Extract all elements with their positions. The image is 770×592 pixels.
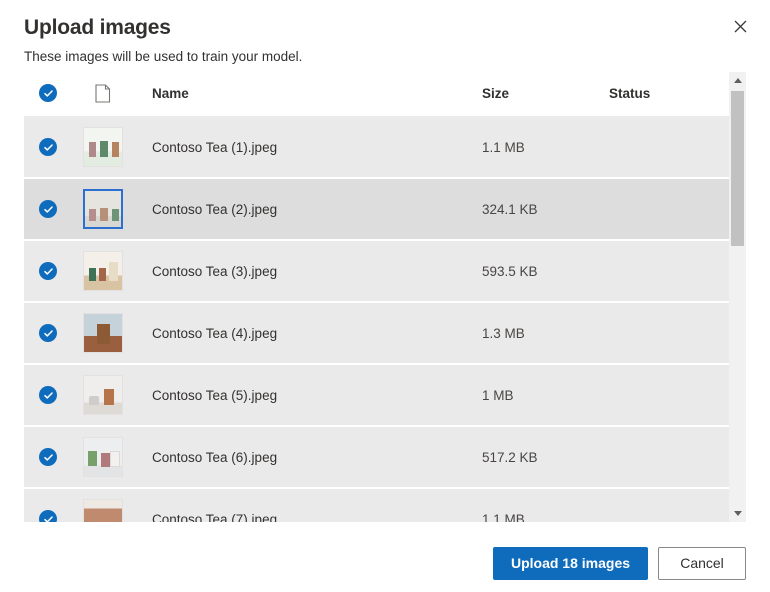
row-checkbox[interactable]	[24, 448, 72, 466]
grid-header-row: Name Size Status	[24, 70, 729, 117]
image-thumbnail[interactable]	[83, 313, 123, 353]
row-thumbnail-cell[interactable]	[72, 499, 134, 522]
table-row[interactable]: Contoso Tea (4).jpeg 1.3 MB	[24, 303, 729, 365]
checkmark-circle-icon	[39, 262, 57, 280]
row-file-name: Contoso Tea (1).jpeg	[152, 139, 278, 155]
table-row[interactable]: Contoso Tea (7).jpeg 1.1 MB	[24, 489, 729, 522]
checkmark-circle-icon	[39, 84, 57, 102]
row-file-size: 1.3 MB	[482, 325, 525, 341]
close-icon	[734, 20, 747, 33]
checkmark-circle-icon	[39, 324, 57, 342]
file-list-region: Name Size Status Contoso Tea (1).jpeg 1.1…	[24, 70, 746, 522]
row-thumbnail-cell[interactable]	[72, 251, 134, 291]
row-checkbox[interactable]	[24, 262, 72, 280]
table-row[interactable]: Contoso Tea (1).jpeg 1.1 MB	[24, 117, 729, 179]
row-file-name: Contoso Tea (2).jpeg	[152, 201, 278, 217]
dialog-footer: Upload 18 images Cancel	[0, 534, 770, 592]
vertical-scrollbar[interactable]	[729, 72, 746, 522]
row-thumbnail-cell[interactable]	[72, 313, 134, 353]
row-checkbox[interactable]	[24, 324, 72, 342]
triangle-up-icon	[733, 78, 742, 83]
image-thumbnail[interactable]	[83, 189, 123, 229]
table-row[interactable]: Contoso Tea (6).jpeg 517.2 KB	[24, 427, 729, 489]
dialog-subtitle: These images will be used to train your …	[24, 49, 303, 64]
scrollbar-thumb[interactable]	[731, 91, 744, 246]
table-row[interactable]: Contoso Tea (3).jpeg 593.5 KB	[24, 241, 729, 303]
row-checkbox[interactable]	[24, 386, 72, 404]
row-file-name: Contoso Tea (6).jpeg	[152, 449, 278, 465]
row-thumbnail-cell[interactable]	[72, 189, 134, 229]
upload-button[interactable]: Upload 18 images	[493, 546, 648, 580]
upload-images-dialog: Upload images These images will be used …	[0, 0, 770, 592]
image-thumbnail[interactable]	[83, 251, 123, 291]
column-header-size[interactable]: Size	[482, 86, 609, 101]
checkmark-circle-icon	[39, 448, 57, 466]
page-title: Upload images	[24, 16, 171, 39]
table-row[interactable]: Contoso Tea (5).jpeg 1 MB	[24, 365, 729, 427]
row-file-name: Contoso Tea (4).jpeg	[152, 325, 278, 341]
row-thumbnail-cell[interactable]	[72, 127, 134, 167]
checkmark-circle-icon	[39, 386, 57, 404]
image-thumbnail[interactable]	[83, 437, 123, 477]
image-thumbnail[interactable]	[83, 127, 123, 167]
select-all-checkbox[interactable]	[24, 84, 72, 102]
row-checkbox[interactable]	[24, 200, 72, 218]
image-thumbnail[interactable]	[83, 499, 123, 522]
row-thumbnail-cell[interactable]	[72, 375, 134, 415]
file-list-scroll-area: Name Size Status Contoso Tea (1).jpeg 1.1…	[24, 70, 729, 522]
scroll-down-button[interactable]	[729, 505, 746, 522]
triangle-down-icon	[733, 511, 742, 516]
row-file-size: 324.1 KB	[482, 201, 538, 217]
file-list: Contoso Tea (1).jpeg 1.1 MB Contoso Tea (2…	[24, 117, 729, 522]
checkmark-circle-icon	[39, 200, 57, 218]
close-button[interactable]	[724, 10, 756, 42]
row-file-size: 593.5 KB	[482, 263, 538, 279]
row-file-size: 517.2 KB	[482, 449, 538, 465]
checkmark-circle-icon	[39, 138, 57, 156]
row-file-size: 1 MB	[482, 387, 514, 403]
scroll-up-button[interactable]	[729, 72, 746, 89]
row-thumbnail-cell[interactable]	[72, 437, 134, 477]
column-header-status[interactable]: Status	[609, 86, 729, 101]
row-checkbox[interactable]	[24, 510, 72, 522]
column-header-name[interactable]: Name	[134, 86, 482, 101]
row-file-name: Contoso Tea (5).jpeg	[152, 387, 278, 403]
column-header-file-type[interactable]	[72, 83, 134, 103]
row-file-size: 1.1 MB	[482, 511, 525, 523]
row-file-size: 1.1 MB	[482, 139, 525, 155]
document-icon	[95, 83, 111, 103]
row-file-name: Contoso Tea (7).jpeg	[152, 511, 278, 523]
checkmark-circle-icon	[39, 510, 57, 522]
cancel-button[interactable]: Cancel	[658, 546, 746, 580]
row-file-name: Contoso Tea (3).jpeg	[152, 263, 278, 279]
row-checkbox[interactable]	[24, 138, 72, 156]
table-row[interactable]: Contoso Tea (2).jpeg 324.1 KB	[24, 179, 729, 241]
image-thumbnail[interactable]	[83, 375, 123, 415]
dialog-header: Upload images These images will be used …	[0, 0, 770, 67]
